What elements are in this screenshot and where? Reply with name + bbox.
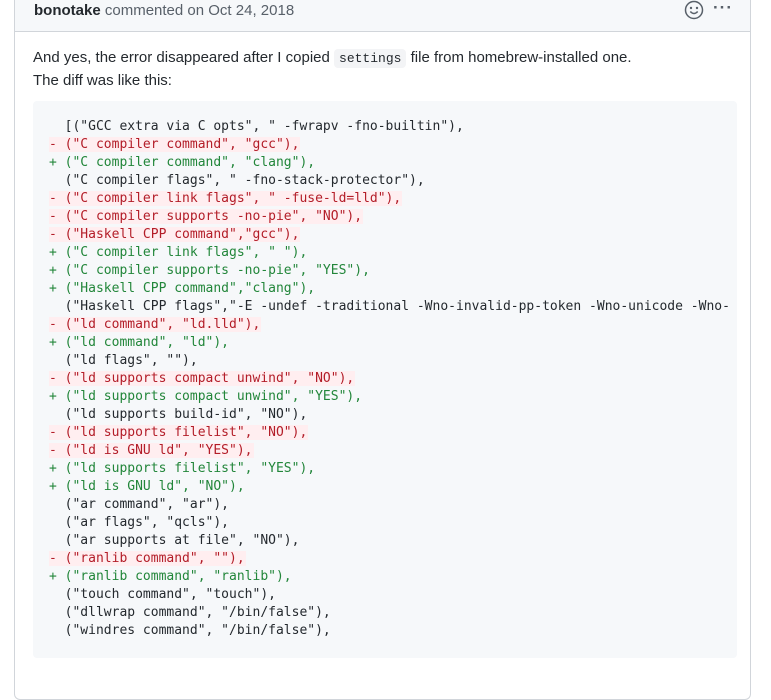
body-line-1: And yes, the error disappeared after I c… — [33, 49, 632, 68]
diff-line-ctx: ("dllwrap command", "/bin/false"), — [49, 604, 737, 622]
diff-line-text: + ("ld supports compact unwind", "YES"), — [49, 389, 363, 404]
diff-line-del: - ("ld supports filelist", "NO"), — [49, 424, 737, 442]
diff-lines: [("GCC extra via C opts", " -fwrapv -fno… — [49, 118, 737, 640]
diff-line-text: - ("C compiler supports -no-pie", "NO"), — [49, 209, 364, 224]
diff-line-text: - ("Haskell CPP command","gcc"), — [49, 227, 301, 242]
comment-action: commented on — [104, 2, 205, 19]
diff-line-text: ("ld supports build-id", "NO"), — [49, 407, 308, 422]
diff-line-add: + ("C compiler link flags", " "), — [49, 244, 737, 262]
diff-line-text: ("Haskell CPP flags","-E -undef -traditi… — [49, 299, 730, 314]
diff-line-text: - ("ld supports filelist", "NO"), — [49, 425, 309, 440]
diff-line-text: - ("ld command", "ld.lld"), — [49, 317, 262, 332]
diff-line-del: - ("C compiler link flags", " -fuse-ld=l… — [49, 190, 737, 208]
diff-line-ctx: ("ar command", "ar"), — [49, 496, 737, 514]
inline-code: settings — [334, 49, 407, 68]
body-line-2: The diff was like this: — [33, 72, 172, 89]
diff-line-text: + ("ld command", "ld"), — [49, 335, 230, 350]
diff-line-add: + ("ranlib command", "ranlib"), — [49, 568, 737, 586]
diff-line-ctx: ("touch command", "touch"), — [49, 586, 737, 604]
smiley-icon[interactable] — [684, 0, 704, 20]
diff-line-add: + ("ld is GNU ld", "NO"), — [49, 478, 737, 496]
diff-line-ctx: ("ld supports build-id", "NO"), — [49, 406, 737, 424]
diff-line-ctx: ("ld flags", ""), — [49, 352, 737, 370]
diff-line-del: - ("C compiler command", "gcc"), — [49, 136, 737, 154]
diff-line-text: ("ar flags", "qcls"), — [49, 515, 230, 530]
diff-line-add: + ("C compiler supports -no-pie", "YES")… — [49, 262, 737, 280]
diff-line-ctx: ("C compiler flags", " -fno-stack-protec… — [49, 172, 737, 190]
diff-line-add: + ("Haskell CPP command","clang"), — [49, 280, 737, 298]
diff-line-text: + ("C compiler link flags", " "), — [49, 245, 308, 260]
diff-line-text: ("ar supports at file", "NO"), — [49, 533, 300, 548]
diff-line-add: + ("ld supports compact unwind", "YES"), — [49, 388, 737, 406]
diff-line-del: - ("ld supports compact unwind", "NO"), — [49, 370, 737, 388]
diff-line-text: - ("C compiler command", "gcc"), — [49, 137, 301, 152]
diff-line-text: + ("C compiler command", "clang"), — [49, 155, 316, 170]
comment-box: bonotake commented on Oct 24, 2018 ··· A… — [14, 0, 751, 700]
comment-date[interactable]: Oct 24, 2018 — [208, 2, 294, 19]
diff-line-text: [("GCC extra via C opts", " -fwrapv -fno… — [49, 119, 464, 134]
comment-meta: bonotake commented on Oct 24, 2018 — [34, 2, 294, 19]
diff-line-ctx: ("ar supports at file", "NO"), — [49, 532, 737, 550]
diff-line-text: + ("C compiler supports -no-pie", "YES")… — [49, 263, 370, 278]
kebab-horizontal-icon[interactable]: ··· — [713, 0, 733, 18]
diff-line-text: ("dllwrap command", "/bin/false"), — [49, 605, 331, 620]
diff-line-text: - ("ranlib command", ""), — [49, 551, 246, 566]
diff-line-text: ("C compiler flags", " -fno-stack-protec… — [49, 173, 425, 188]
comment-body: And yes, the error disappeared after I c… — [33, 47, 733, 92]
diff-line-del: - ("C compiler supports -no-pie", "NO"), — [49, 208, 737, 226]
diff-line-ctx: ("windres command", "/bin/false"), — [49, 622, 737, 640]
diff-line-text: ("ar command", "ar"), — [49, 497, 230, 512]
diff-line-text: + ("ld is GNU ld", "NO"), — [49, 479, 245, 494]
comment-header: bonotake commented on Oct 24, 2018 ··· — [15, 0, 750, 32]
diff-line-add: + ("ld supports filelist", "YES"), — [49, 460, 737, 478]
diff-line-ctx: ("ar flags", "qcls"), — [49, 514, 737, 532]
diff-line-add: + ("ld command", "ld"), — [49, 334, 737, 352]
diff-line-text: - ("ld supports compact unwind", "NO"), — [49, 371, 356, 386]
diff-line-text: + ("ld supports filelist", "YES"), — [49, 461, 316, 476]
diff-line-text: ("windres command", "/bin/false"), — [49, 623, 331, 638]
diff-code-block: [("GCC extra via C opts", " -fwrapv -fno… — [33, 101, 737, 658]
diff-line-text: - ("C compiler link flags", " -fuse-ld=l… — [49, 191, 403, 206]
diff-line-ctx: ("Haskell CPP flags","-E -undef -traditi… — [49, 298, 737, 316]
author-link[interactable]: bonotake — [34, 2, 101, 19]
diff-line-del: - ("ranlib command", ""), — [49, 550, 737, 568]
diff-line-text: + ("Haskell CPP command","clang"), — [49, 281, 316, 296]
diff-line-text: ("touch command", "touch"), — [49, 587, 276, 602]
diff-line-add: + ("C compiler command", "clang"), — [49, 154, 737, 172]
diff-line-del: - ("ld command", "ld.lld"), — [49, 316, 737, 334]
diff-line-del: - ("ld is GNU ld", "YES"), — [49, 442, 737, 460]
diff-line-del: - ("Haskell CPP command","gcc"), — [49, 226, 737, 244]
diff-line-text: ("ld flags", ""), — [49, 353, 198, 368]
diff-line-text: - ("ld is GNU ld", "YES"), — [49, 443, 254, 458]
diff-line-text: + ("ranlib command", "ranlib"), — [49, 569, 292, 584]
diff-line-ctx: [("GCC extra via C opts", " -fwrapv -fno… — [49, 118, 737, 136]
